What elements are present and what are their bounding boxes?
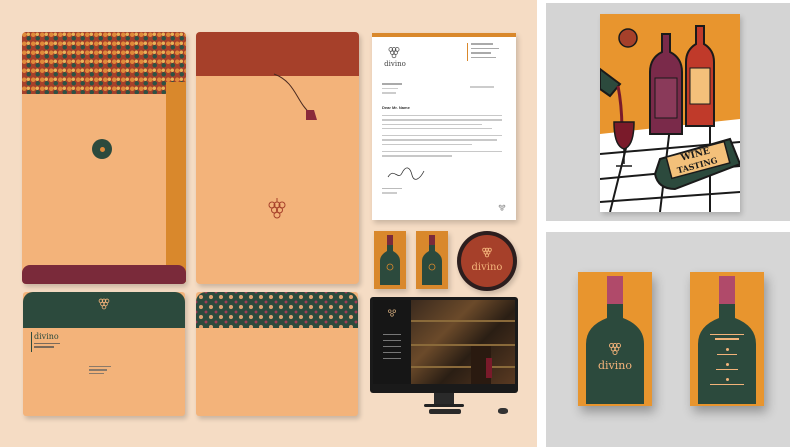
grape-cluster-icon	[98, 298, 110, 310]
recipient-address	[382, 83, 402, 94]
date-line	[470, 86, 494, 88]
dl-envelope-patterned	[196, 292, 358, 416]
wine-bottle-icon	[380, 235, 400, 285]
envelope-bottom-band	[22, 265, 186, 284]
signature-name	[382, 188, 402, 194]
letterhead-logo: divino	[384, 60, 406, 68]
wine-bottle-icon	[422, 235, 442, 285]
website-nav	[383, 334, 401, 359]
large-envelope-patterned	[22, 32, 186, 284]
divider	[467, 43, 468, 61]
envelope-logo: divino	[34, 332, 59, 341]
desktop-monitor	[370, 297, 518, 407]
envelope-side-strip	[166, 82, 186, 282]
business-card-back	[690, 272, 764, 406]
seal-button	[92, 139, 112, 159]
website-screen	[373, 300, 515, 384]
sender-address	[34, 343, 60, 348]
dl-envelope-green: divino	[23, 292, 185, 416]
coaster: divino	[457, 231, 517, 291]
business-card-logo: divino	[598, 359, 632, 372]
business-cards-mockup-panel: divino	[546, 232, 790, 447]
grape-cluster-icon	[482, 247, 492, 258]
stationery-mockup-panel: divino Dear Mr. Name divino divino	[0, 0, 537, 447]
grape-cluster-icon	[498, 204, 506, 211]
business-card-contact	[710, 334, 744, 386]
letter-body	[382, 115, 502, 157]
grape-cluster-icon	[388, 309, 396, 317]
envelope-flap-pattern	[196, 292, 358, 328]
website-sidebar	[373, 300, 411, 384]
letterhead-top-stripe	[372, 33, 516, 37]
hang-tag-1	[374, 231, 406, 289]
grape-cluster-icon	[268, 198, 286, 219]
monitor-base	[424, 404, 464, 407]
coaster-face: divino	[461, 235, 513, 287]
envelope-flap-rust	[196, 32, 359, 76]
hang-tag-2	[416, 231, 448, 289]
coaster-logo: divino	[471, 262, 503, 273]
salutation: Dear Mr. Name	[382, 105, 410, 110]
letterhead-contact-block	[471, 43, 501, 58]
recipient-address	[89, 366, 111, 374]
string-tie-icon	[273, 73, 317, 120]
poster-mockup-panel: WINE TASTING	[546, 3, 790, 221]
poster-illustration: WINE TASTING	[600, 25, 740, 212]
grape-cluster-icon	[388, 47, 400, 59]
signature	[387, 167, 425, 180]
letterhead: divino Dear Mr. Name	[372, 33, 516, 220]
large-envelope-string	[196, 32, 359, 284]
business-card-front: divino	[578, 272, 652, 406]
wine-tasting-poster: WINE TASTING	[600, 14, 740, 212]
wine-shelf-photo	[411, 300, 515, 384]
mouse	[498, 408, 508, 414]
keyboard	[429, 409, 461, 414]
grape-cluster-icon	[609, 343, 621, 355]
divider	[31, 332, 32, 352]
envelope-flap-pattern	[22, 32, 186, 94]
